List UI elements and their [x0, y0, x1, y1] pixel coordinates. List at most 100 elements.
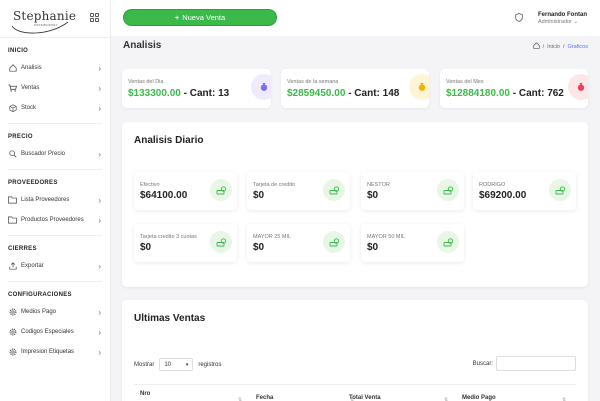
money-icon: [210, 231, 232, 253]
gear-icon: [8, 348, 17, 357]
sidebar-item-lista-proveedores[interactable]: Lista Proveedores ›: [0, 190, 110, 210]
show-label: Mostrar: [134, 361, 155, 368]
daily-card-label: RODRIGO: [479, 182, 506, 188]
folder-icon: [8, 216, 17, 225]
sidebar-item-label: Lista Proveedores: [21, 197, 70, 203]
summary-label: Ventas del Dia: [128, 79, 164, 85]
brand-tagline: DISTRIBUIDORA: [34, 23, 58, 27]
chevron-right-icon: ›: [98, 261, 101, 271]
section-title-precio: PRECIO: [8, 134, 33, 140]
folder-icon: [8, 196, 17, 205]
breadcrumb: / Inicio / Graficos: [532, 42, 588, 51]
sidebar-item-exportar[interactable]: Exportar ›: [0, 256, 110, 276]
chevron-right-icon: ›: [98, 327, 101, 337]
user-role: Administrador ⌄: [538, 19, 579, 25]
sidebar-item-label: Stock: [21, 105, 37, 111]
home-icon[interactable]: [532, 42, 540, 51]
daily-card-label: Tarjeta credito 3 cuotas: [140, 234, 197, 240]
search-label: Buscar:: [472, 360, 493, 367]
daily-card-value: $0: [140, 242, 152, 253]
brand-name: Stephanie: [13, 8, 77, 23]
summary-card-dia: Ventas del Dia $133300.00 - Cant: 13: [122, 69, 271, 108]
logo[interactable]: Stephanie DISTRIBUIDORA: [10, 4, 76, 34]
divider: [8, 235, 102, 236]
export-icon: [8, 262, 17, 271]
page-size-select[interactable]: 10 ▾: [159, 358, 194, 371]
search-icon: [8, 150, 17, 159]
sidebar-item-buscador-precio[interactable]: Buscador Precio ›: [0, 144, 110, 164]
money-icon: [210, 179, 232, 201]
column-header-fecha[interactable]: Fecha: [256, 395, 273, 401]
sidebar-item-ventas[interactable]: Ventas ›: [0, 78, 110, 98]
user-name: Fernando Fontan: [538, 12, 587, 18]
money-bag-icon: [568, 74, 588, 100]
page-title: Analisis: [123, 40, 162, 51]
nav: INICIO Analisis › Ventas › Stock › PRECI…: [0, 48, 110, 362]
home-icon: [8, 64, 17, 73]
summary-label: Ventas del Mes: [446, 79, 484, 85]
column-header-total[interactable]: Total Venta: [349, 395, 381, 401]
daily-card-value: $69200.00: [479, 190, 527, 201]
recent-sales-panel: Ultimas Ventas Mostrar 10 ▾ registros Bu…: [122, 300, 588, 401]
chevron-right-icon: ›: [98, 215, 101, 225]
sidebar-item-impresion-etiquetas[interactable]: Impresion Etiquetas ›: [0, 342, 110, 362]
daily-card-label: MAYOR 50 MIL: [367, 234, 406, 240]
sidebar-item-label: Medios Pago: [21, 309, 57, 315]
section-title-proveedores: PROVEEDORES: [8, 180, 58, 186]
breadcrumb-home[interactable]: Inicio: [547, 44, 560, 50]
summary-value: $12884180.00 - Cant: 762: [446, 88, 564, 99]
brand: Stephanie DISTRIBUIDORA: [0, 0, 110, 38]
daily-card-value: $0: [253, 190, 265, 201]
chevron-down-icon: ▾: [185, 361, 189, 368]
summary-card-mes: Ventas del Mes $12884180.00 - Cant: 762: [440, 69, 588, 108]
daily-card-value: $0: [367, 190, 379, 201]
daily-card-efectivo: Efectivo $64100.00: [134, 172, 237, 210]
sidebar-item-label: Ventas: [21, 85, 40, 91]
sort-icon[interactable]: ⇅: [562, 397, 566, 401]
section-title-configuraciones: CONFIGURACIONES: [8, 292, 72, 298]
divider: [8, 281, 102, 282]
sidebar-item-stock[interactable]: Stock ›: [0, 98, 110, 118]
sidebar-item-codigos-especiales[interactable]: Codigos Especiales ›: [0, 322, 110, 342]
plus-icon: +: [174, 13, 180, 22]
money-icon: [437, 231, 459, 253]
topbar: + Nueva Venta Fernando Fontan Administra…: [111, 0, 600, 36]
column-header-medio-pago[interactable]: Medio Pago: [462, 395, 496, 401]
money-icon: [323, 179, 345, 201]
breadcrumb-sep: /: [562, 43, 565, 50]
daily-card-rodrigo: RODRIGO $69200.00: [473, 172, 576, 210]
shield-icon[interactable]: [515, 13, 523, 24]
daily-card-tarjeta-credito: Tarjeta de credito $0: [247, 172, 350, 210]
summary-value: $133300.00 - Cant: 13: [128, 88, 230, 99]
chevron-right-icon: ›: [98, 307, 101, 317]
sidebar-item-productos-proveedores[interactable]: Productos Proveedores ›: [0, 210, 110, 230]
sidebar: Stephanie DISTRIBUIDORA INICIO Analisis …: [0, 0, 111, 401]
cart-icon: [8, 84, 17, 93]
daily-card-label: Tarjeta de credito: [253, 182, 296, 188]
summary-card-semana: Ventas de la semana $2859450.00 - Cant: …: [281, 69, 429, 108]
breadcrumb-sep: /: [542, 43, 545, 50]
sidebar-item-analisis[interactable]: Analisis ›: [0, 58, 110, 78]
search-input[interactable]: [496, 356, 576, 371]
divider: [8, 169, 102, 170]
user-menu[interactable]: Fernando Fontan Administrador ⌄: [538, 12, 587, 25]
chevron-right-icon: ›: [98, 63, 101, 73]
daily-analysis-panel: Analisis Diario Efectivo $64100.00 Tarje…: [122, 122, 588, 287]
chevron-right-icon: ›: [98, 103, 101, 113]
apps-grid-icon[interactable]: [90, 13, 99, 22]
sidebar-item-label: Analisis: [21, 65, 42, 71]
summary-value: $2859450.00 - Cant: 148: [287, 88, 400, 99]
divider: [8, 123, 102, 124]
sort-icon[interactable]: ⇅: [444, 397, 448, 401]
table-search: Buscar:: [473, 356, 576, 371]
daily-card-tarjeta-3-cuotas: Tarjeta credito 3 cuotas $0: [134, 224, 237, 262]
sort-icon[interactable]: ⇅: [238, 397, 242, 401]
daily-card-value: $0: [253, 242, 265, 253]
sidebar-item-medios-pago[interactable]: Medios Pago ›: [0, 302, 110, 322]
sidebar-item-label: Codigos Especiales: [21, 329, 74, 335]
daily-card-label: Efectivo: [140, 182, 160, 188]
column-header-nro[interactable]: Nro: [140, 391, 150, 397]
sidebar-item-label: Impresion Etiquetas: [21, 349, 75, 355]
panel-title: Analisis Diario: [134, 135, 204, 146]
new-sale-button[interactable]: + Nueva Venta: [123, 9, 277, 26]
